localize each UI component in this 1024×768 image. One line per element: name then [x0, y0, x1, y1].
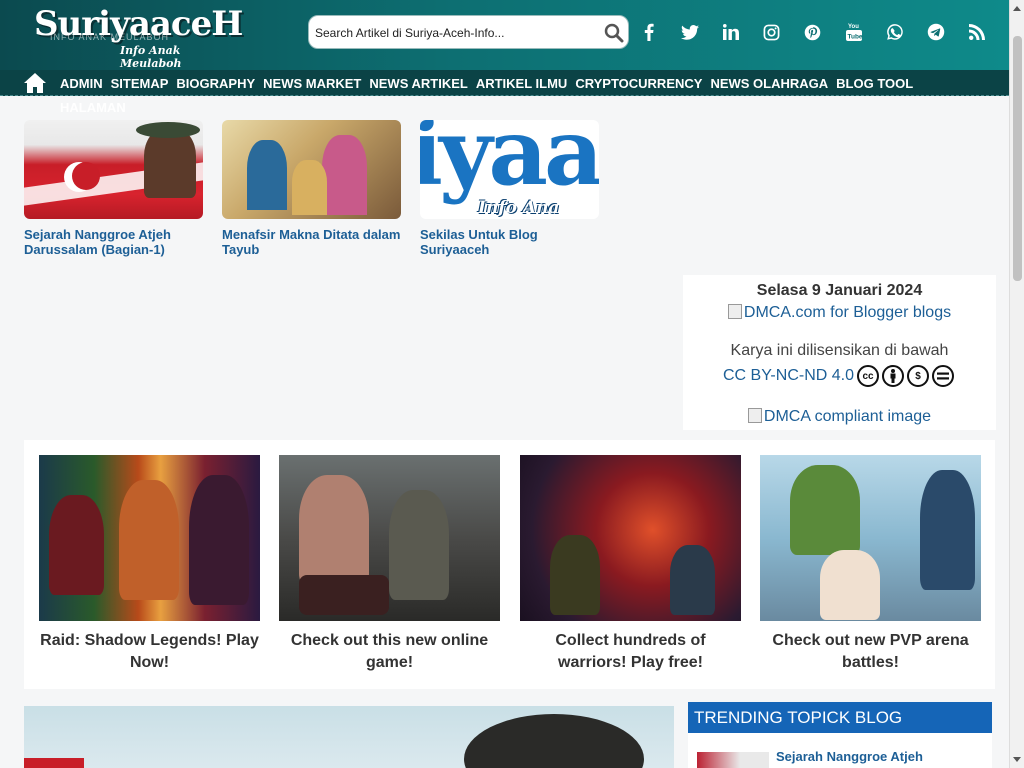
- related-post[interactable]: Menafsir Makna Ditata dalam Tayub: [222, 120, 401, 257]
- whatsapp-icon[interactable]: [874, 16, 915, 48]
- nav-item-artikel-ilmu[interactable]: ARTIKEL ILMU: [476, 76, 567, 91]
- featured-post-image[interactable]: [24, 706, 674, 768]
- ad-caption[interactable]: Collect hundreds of warriors! Play free!: [520, 630, 741, 674]
- ad-widget: Raid: Shadow Legends! Play Now! Check ou…: [24, 440, 995, 689]
- rss-icon[interactable]: [956, 16, 997, 48]
- dmca-badge-link[interactable]: DMCA.com for Blogger blogs: [683, 304, 996, 322]
- nav-item-biography[interactable]: BIOGRAPHY: [176, 76, 255, 91]
- license-link[interactable]: CC BY-NC-ND 4.0: [723, 367, 854, 385]
- main-navigation: ADMIN SITEMAP BIOGRAPHY NEWS MARKET NEWS…: [0, 70, 1009, 96]
- ad-image[interactable]: [39, 455, 260, 621]
- sidebar-info-box: Selasa 9 Januari 2024 DMCA.com for Blogg…: [683, 275, 996, 430]
- site-header: SuriyaaceH INFO ANAK MEULABOH Info Anak …: [0, 0, 1009, 70]
- home-icon[interactable]: [23, 72, 47, 94]
- ad-image[interactable]: [279, 455, 500, 621]
- nav-item-admin[interactable]: ADMIN: [60, 76, 103, 91]
- scroll-down-arrow-icon[interactable]: [1013, 757, 1021, 762]
- nav-item-sitemap[interactable]: SITEMAP: [111, 76, 169, 91]
- related-post[interactable]: iyaa Info Ana Sekilas Untuk Blog Suriyaa…: [420, 120, 599, 257]
- nav-items: ADMIN SITEMAP BIOGRAPHY NEWS MARKET NEWS…: [60, 70, 921, 96]
- youtube-icon[interactable]: You Tube: [833, 16, 874, 48]
- nd-icon: [932, 365, 954, 387]
- license-text: Karya ini dilisensikan di bawah: [730, 342, 949, 359]
- search-box: [308, 15, 629, 49]
- telegram-icon[interactable]: [915, 16, 956, 48]
- dmca-image-alt[interactable]: DMCA compliant image: [764, 408, 931, 425]
- nav-item-news-olahraga[interactable]: NEWS OLAHRAGA: [710, 76, 828, 91]
- trending-thumbnail[interactable]: [697, 752, 769, 768]
- ad-card[interactable]: Check out this new online game!: [279, 455, 500, 674]
- current-date: Selasa 9 Januari 2024: [756, 282, 923, 299]
- related-post[interactable]: Sejarah Nanggroe Atjeh Darussalam (Bagia…: [24, 120, 203, 257]
- related-post-thumbnail[interactable]: iyaa Info Ana: [420, 120, 599, 219]
- ad-card[interactable]: Raid: Shadow Legends! Play Now!: [39, 455, 260, 674]
- social-icons: You Tube: [628, 16, 997, 48]
- ad-caption[interactable]: Raid: Shadow Legends! Play Now!: [39, 630, 260, 674]
- trending-header: TRENDING TOPICK BLOG: [688, 702, 992, 733]
- broken-image-icon: [747, 408, 762, 423]
- twitter-icon[interactable]: [669, 16, 710, 48]
- site-logo[interactable]: SuriyaaceH INFO ANAK MEULABOH Info Anak …: [30, 4, 243, 70]
- ad-caption[interactable]: Check out new PVP arena battles!: [760, 630, 981, 674]
- trending-list: Sejarah Nanggroe Atjeh: [688, 733, 992, 768]
- nav-item-halaman[interactable]: HALAMAN: [60, 100, 126, 115]
- license-row: CC BY-NC-ND 4.0 cc $: [723, 363, 954, 389]
- ad-card[interactable]: Check out new PVP arena battles!: [760, 455, 981, 674]
- trending-item-title[interactable]: Sejarah Nanggroe Atjeh: [776, 749, 923, 764]
- facebook-icon[interactable]: [628, 16, 669, 48]
- related-post-title[interactable]: Sejarah Nanggroe Atjeh Darussalam (Bagia…: [24, 227, 203, 257]
- logo-faint-text: INFO ANAK MEULABOH: [50, 32, 170, 42]
- nav-item-news-market[interactable]: NEWS MARKET: [263, 76, 361, 91]
- related-post-thumbnail[interactable]: [222, 120, 401, 219]
- related-post-title[interactable]: Menafsir Makna Ditata dalam Tayub: [222, 227, 401, 257]
- logo-tagline: Info Anak Meulaboh: [120, 44, 182, 70]
- related-post-thumbnail[interactable]: [24, 120, 203, 219]
- related-post-title[interactable]: Sekilas Untuk Blog Suriyaaceh: [420, 227, 599, 257]
- cc-icon: cc: [857, 365, 879, 387]
- search-input[interactable]: [315, 23, 595, 43]
- ad-image[interactable]: [520, 455, 741, 621]
- by-icon: [882, 365, 904, 387]
- nc-icon: $: [907, 365, 929, 387]
- ad-caption[interactable]: Check out this new online game!: [279, 630, 500, 674]
- dmca-compliant-link[interactable]: DMCA compliant image: [683, 408, 996, 426]
- svg-text:You: You: [848, 24, 859, 30]
- ad-image[interactable]: [760, 455, 981, 621]
- linkedin-icon[interactable]: [710, 16, 751, 48]
- nav-item-blog-tool[interactable]: BLOG TOOL: [836, 76, 913, 91]
- svg-text:Tube: Tube: [847, 34, 862, 41]
- dmca-badge-alt[interactable]: DMCA.com for Blogger blogs: [744, 304, 951, 321]
- ad-card[interactable]: Collect hundreds of warriors! Play free!: [520, 455, 741, 674]
- nav-item-news-artikel[interactable]: NEWS ARTIKEL: [369, 76, 467, 91]
- scrollbar-thumb[interactable]: [1013, 36, 1022, 281]
- scroll-up-arrow-icon[interactable]: [1013, 6, 1021, 11]
- page-scrollbar[interactable]: [1009, 0, 1024, 768]
- broken-image-icon: [727, 304, 742, 319]
- trending-heading: TRENDING TOPICK BLOG: [694, 708, 903, 727]
- nav-item-cryptocurrency[interactable]: CRYPTOCURRENCY: [575, 76, 702, 91]
- pinterest-icon[interactable]: [792, 16, 833, 48]
- instagram-icon[interactable]: [751, 16, 792, 48]
- search-icon[interactable]: [604, 23, 624, 43]
